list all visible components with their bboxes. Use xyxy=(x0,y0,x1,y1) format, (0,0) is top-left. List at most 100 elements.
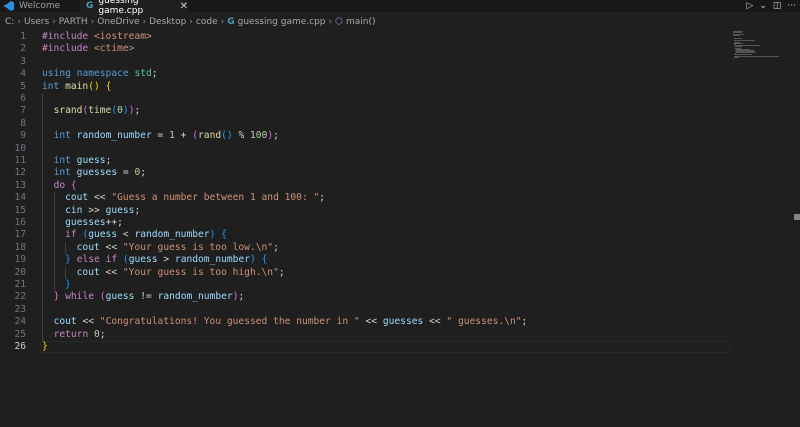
cpp-file-icon: G xyxy=(227,17,235,27)
code-line[interactable]: 18 cout << "Your guess is too low.\n"; xyxy=(0,242,800,254)
code-line[interactable]: 25 return 0; xyxy=(0,329,800,341)
more-icon[interactable]: ··· xyxy=(787,1,796,11)
minimap-line xyxy=(733,58,734,60)
code-line[interactable]: 17 if (guess < random_number) { xyxy=(0,229,800,241)
vscode-icon xyxy=(4,1,14,11)
code-line[interactable]: 21 } xyxy=(0,279,800,291)
code-text: using namespace std; xyxy=(42,68,158,80)
breadcrumb-item[interactable]: code xyxy=(196,17,218,27)
line-number: 17 xyxy=(14,229,26,241)
line-number: 24 xyxy=(14,316,26,328)
code-text: int guesses = 0; xyxy=(53,167,147,179)
breadcrumb-item[interactable]: Users xyxy=(24,17,49,27)
code-line[interactable]: 23 xyxy=(0,304,800,316)
code-text: int random_number = 1 + (rand() % 100); xyxy=(53,130,279,142)
function-icon: ⬡ xyxy=(335,17,343,27)
minimap-line xyxy=(733,32,742,34)
breadcrumb-item[interactable]: C: xyxy=(5,17,14,27)
code-line[interactable]: 12 int guesses = 0; xyxy=(0,167,800,179)
line-number: 14 xyxy=(14,192,26,204)
code-line[interactable]: 3 xyxy=(0,56,800,68)
line-number: 8 xyxy=(20,117,26,129)
code-text: #include <ctime> xyxy=(42,43,135,55)
code-editor[interactable]: 1 #include <iostream> 2 #include <ctime> 3 4 u… xyxy=(0,31,800,427)
line-number: 1 xyxy=(20,31,26,42)
code-line[interactable]: 13 do { xyxy=(0,180,800,192)
breadcrumb-item[interactable]: main() xyxy=(346,17,376,27)
current-line-highlight xyxy=(40,341,730,353)
line-number: 22 xyxy=(14,291,26,303)
minimap-line xyxy=(734,56,780,58)
chevron-right-icon: › xyxy=(142,17,147,27)
line-number: 6 xyxy=(20,93,26,104)
chevron-down-icon[interactable]: ⌄ xyxy=(759,1,767,11)
code-text: #include <iostream> xyxy=(42,31,152,42)
line-number: 20 xyxy=(14,266,26,278)
code-line[interactable]: 5 int main() { xyxy=(0,81,800,93)
code-line[interactable]: 19 } else if (guess > random_number) { xyxy=(0,254,800,266)
code-line[interactable]: 14 cout << "Guess a number between 1 and… xyxy=(0,192,800,204)
line-number: 12 xyxy=(14,167,26,179)
code-line[interactable]: 26} xyxy=(0,341,800,353)
minimap-line xyxy=(736,51,756,53)
chevron-right-icon: › xyxy=(17,17,21,27)
code-text: cout << "Your guess is too low.\n"; xyxy=(76,241,279,253)
line-number: 18 xyxy=(14,241,26,253)
editor-actions: ▷ ⌄ ◫ ··· xyxy=(746,0,796,12)
line-number: 15 xyxy=(14,204,26,216)
indent-guide xyxy=(65,266,67,279)
minimap-line xyxy=(734,37,743,39)
breadcrumb: C: › Users › PARTH › OneDrive › Desktop › cod… xyxy=(0,14,376,30)
tab-welcome[interactable]: Welcome xyxy=(0,0,80,12)
code-line[interactable]: 8 xyxy=(0,118,800,130)
code-line[interactable]: 20 cout << "Your guess is too high.\n"; xyxy=(0,267,800,279)
indent-guide xyxy=(42,93,43,341)
tab-guessing-game[interactable]: G guessing game.cpp ✕ xyxy=(80,0,188,16)
breadcrumb-item[interactable]: PARTH xyxy=(59,17,88,27)
tab-bar: Welcome G guessing game.cpp ✕ ▷ ⌄ ◫ ··· xyxy=(0,0,800,16)
code-text: int guess; xyxy=(53,155,112,166)
run-icon[interactable]: ▷ xyxy=(746,1,753,11)
breadcrumb-item[interactable]: Desktop xyxy=(149,17,186,27)
line-number: 4 xyxy=(20,68,26,80)
line-number: 25 xyxy=(14,328,26,340)
chevron-right-icon: › xyxy=(90,17,95,27)
breadcrumb-item[interactable]: guessing game.cpp xyxy=(238,17,326,27)
line-number: 2 xyxy=(20,43,26,55)
minimap-line xyxy=(734,57,739,59)
code-line[interactable]: 11 int guess; xyxy=(0,155,800,167)
code-line[interactable]: 7 srand(time(0)); xyxy=(0,105,800,117)
code-line[interactable]: 1 #include <iostream> xyxy=(0,31,800,43)
line-number: 10 xyxy=(14,142,26,154)
code-text: if (guess < random_number) { xyxy=(65,229,227,241)
code-text: cin >> guess; xyxy=(65,204,141,216)
indent-guide xyxy=(65,241,67,255)
scrollbar-marker[interactable] xyxy=(794,214,800,220)
code-line[interactable]: 9 int random_number = 1 + (rand() % 100)… xyxy=(0,130,800,142)
minimap[interactable] xyxy=(733,31,788,61)
minimap-line xyxy=(734,54,753,56)
code-line[interactable]: 10 xyxy=(0,143,800,155)
split-editor-icon[interactable]: ◫ xyxy=(773,1,782,11)
code-line[interactable]: 22 } while (guess != random_number); xyxy=(0,291,800,303)
code-text: int main() { xyxy=(42,80,112,92)
minimap-line xyxy=(733,35,740,37)
code-line[interactable]: 4 using namespace std; xyxy=(0,68,800,80)
code-line[interactable]: 6 xyxy=(0,93,800,105)
code-text: } else if (guess > random_number) { xyxy=(65,254,268,266)
code-line[interactable]: 15 cin >> guess; xyxy=(0,205,800,217)
code-line[interactable]: 2 #include <ctime> xyxy=(0,43,800,55)
breadcrumb-item[interactable]: OneDrive xyxy=(97,17,139,27)
line-number: 16 xyxy=(14,217,26,228)
line-number: 5 xyxy=(20,80,26,92)
code-line[interactable]: 24 cout << "Congratulations! You guessed… xyxy=(0,316,800,328)
code-text: return 0; xyxy=(53,328,106,340)
code-line[interactable]: 16 guesses++; xyxy=(0,217,800,229)
close-icon[interactable]: ✕ xyxy=(180,1,188,12)
code-text: } xyxy=(42,341,48,352)
minimap-line xyxy=(734,39,756,41)
code-text: cout << "Guess a number between 1 and 10… xyxy=(65,192,326,204)
line-number: 11 xyxy=(14,155,26,166)
chevron-right-icon: › xyxy=(328,17,333,27)
chevron-right-icon: › xyxy=(220,17,225,27)
